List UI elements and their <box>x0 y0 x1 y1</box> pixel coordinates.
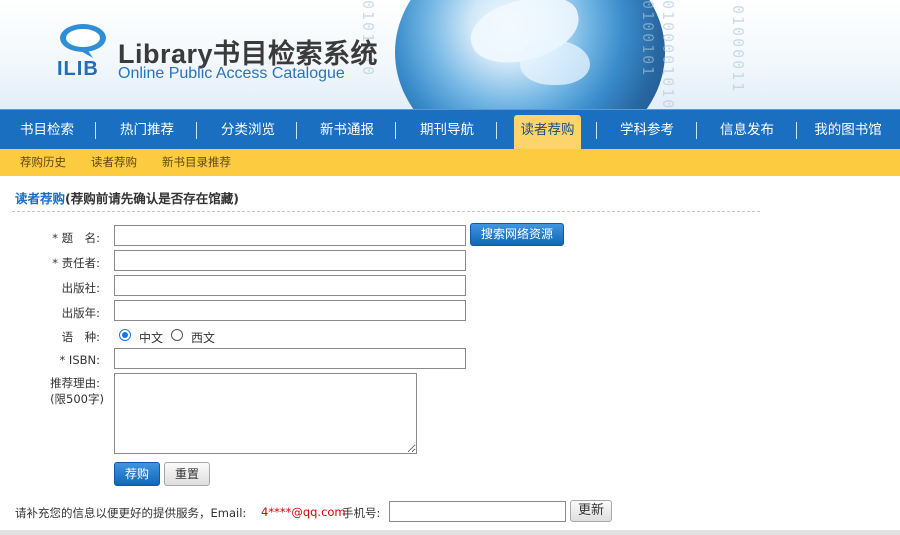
reason-label: 推荐理由: <box>50 376 100 390</box>
page-title: 读者荐购(荐购前请先确认是否存在馆藏) <box>15 188 239 207</box>
phone-input[interactable] <box>389 501 566 522</box>
title-label: * 题 名: <box>52 231 100 245</box>
logo-text: ILIB <box>57 58 99 80</box>
author-input[interactable] <box>114 250 466 271</box>
language-option-chinese: 中文 <box>139 331 164 345</box>
nav-divider <box>95 122 96 139</box>
logo: ILIB <box>57 22 107 80</box>
binary-decoration: 0100101 <box>639 0 657 78</box>
reset-button[interactable]: 重置 <box>164 462 210 486</box>
search-web-button[interactable]: 搜索网络资源 <box>470 223 564 246</box>
submit-button[interactable]: 荐购 <box>114 462 160 486</box>
email-value: 4****@qq.com <box>261 505 346 519</box>
page-title-note: (荐购前请先确认是否存在馆藏) <box>65 191 239 206</box>
nav-divider <box>296 122 297 139</box>
nav-divider <box>696 122 697 139</box>
nav-item-category-browse[interactable]: 分类浏览 <box>208 110 288 150</box>
phone-label: 手机号: <box>342 506 381 520</box>
page-title-highlight: 读者荐购 <box>15 191 66 206</box>
nav-divider <box>796 122 797 139</box>
reason-textarea[interactable] <box>114 373 417 454</box>
subnav-item-new-catalog[interactable]: 新书目录推荐 <box>162 149 231 176</box>
nav-item-catalog-search[interactable]: 书目检索 <box>8 110 86 150</box>
update-button[interactable]: 更新 <box>570 500 612 522</box>
nav-item-journal-nav[interactable]: 期刊导航 <box>407 110 487 150</box>
nav-item-reader-recommend[interactable]: 读者荐购 <box>514 115 581 150</box>
year-input[interactable] <box>114 300 466 321</box>
author-label: * 责任者: <box>52 256 100 270</box>
binary-decoration: 01000011 <box>729 5 747 94</box>
publisher-label: 出版社: <box>61 281 100 295</box>
header-banner: 0101010 0100101 01000010100 01000011 ILI… <box>0 0 900 109</box>
language-radio-chinese[interactable] <box>119 329 131 341</box>
nav-item-hot-recommend[interactable]: 热门推荐 <box>107 110 187 150</box>
isbn-input[interactable] <box>114 348 466 369</box>
main-nav: 书目检索 热门推荐 分类浏览 新书通报 期刊导航 读者荐购 学科参考 信息发布 … <box>0 109 900 150</box>
year-label: 出版年: <box>61 306 100 320</box>
language-option-western: 西文 <box>191 331 216 345</box>
nav-item-my-library[interactable]: 我的图书馆 <box>806 110 890 150</box>
nav-divider <box>496 122 497 139</box>
subnav-item-history[interactable]: 荐购历史 <box>20 149 66 176</box>
language-label: 语 种: <box>61 330 100 344</box>
isbn-label: * ISBN: <box>59 353 100 367</box>
nav-item-new-books[interactable]: 新书通报 <box>307 110 387 150</box>
title-input[interactable] <box>114 225 466 246</box>
reason-limit-note: (限500字) <box>50 392 104 406</box>
language-radio-western[interactable] <box>171 329 183 341</box>
bottom-divider <box>0 530 900 535</box>
publisher-input[interactable] <box>114 275 466 296</box>
binary-decoration: 01000010100 <box>659 0 677 109</box>
nav-divider <box>196 122 197 139</box>
nav-divider <box>596 122 597 139</box>
sub-nav: 荐购历史 读者荐购 新书目录推荐 <box>0 149 900 176</box>
subnav-item-reader-recommend[interactable]: 读者荐购 <box>91 149 137 176</box>
nav-item-info-publish[interactable]: 信息发布 <box>707 110 787 150</box>
site-subtitle: Online Public Access Catalogue <box>118 65 345 82</box>
nav-item-subject-reference[interactable]: 学科参考 <box>607 110 687 150</box>
nav-divider <box>395 122 396 139</box>
divider <box>12 211 760 212</box>
contact-info-text: 请补充您的信息以便更好的提供服务，Email: <box>15 506 247 520</box>
